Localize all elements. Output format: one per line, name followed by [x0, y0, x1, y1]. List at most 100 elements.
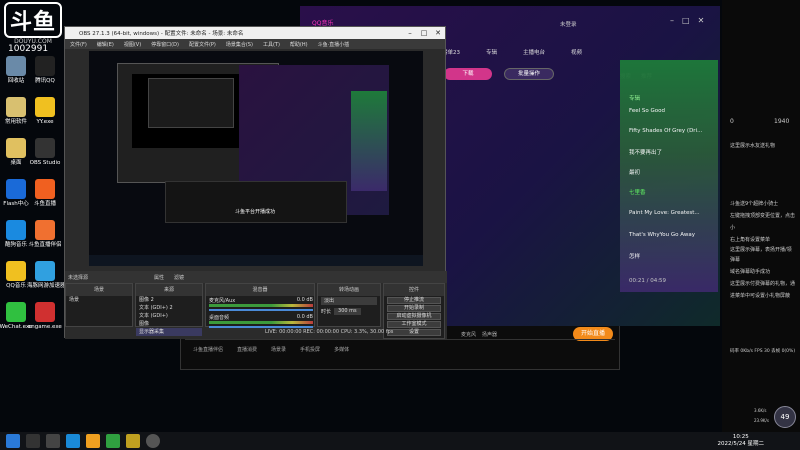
mixer-mic-db: 0.0 dB	[296, 297, 313, 303]
scenes-title: 场景	[66, 284, 132, 296]
mixer-title: 混音器	[206, 284, 314, 296]
playlist-item[interactable]: 我不要再出了	[629, 148, 662, 156]
folder-icon[interactable]	[126, 434, 140, 448]
obs-task-icon[interactable]	[146, 434, 160, 448]
edge-icon[interactable]	[66, 434, 80, 448]
minimize-icon[interactable]: –	[403, 27, 417, 39]
playlist-item[interactable]: 最初	[629, 168, 640, 176]
desktop-icon[interactable]: cngame.exe	[27, 302, 63, 331]
desktop-icon[interactable]: 斗鱼直播伴侣	[27, 220, 63, 249]
clock-date: 2022/5/24 星期二	[717, 441, 764, 447]
desktop-icon[interactable]: 腾讯QQ	[27, 56, 63, 85]
menu-douyu-plugin[interactable]: 斗鱼·直播小插	[318, 41, 350, 48]
obs-preview[interactable]: 斗鱼平台开播成功	[89, 51, 423, 266]
speaker-label[interactable]: 扬声器	[482, 331, 497, 338]
desktop-icon-label: YY.exe	[36, 119, 54, 125]
chat-line: 这里展示水友送礼物	[730, 143, 776, 149]
no-source-label: 未选择源	[68, 274, 89, 281]
music-tab-2[interactable]: 专辑	[486, 48, 497, 56]
menu-help[interactable]: 帮助(H)	[290, 41, 308, 48]
companion-footer-1[interactable]: 直播消费	[237, 346, 257, 353]
music-tabs: 榜单23 专辑 主播电台 视频	[442, 48, 582, 56]
mic-label[interactable]: 麦克风	[461, 331, 476, 338]
menu-tools[interactable]: 工具(T)	[263, 41, 280, 48]
virtual-camera-button[interactable]: 启动虚拟摄像机	[387, 313, 441, 320]
music-user[interactable]: 未登录	[560, 20, 577, 28]
filters-button[interactable]: 滤镜	[174, 274, 184, 281]
play-time: 00:21 / 04:59	[629, 278, 667, 284]
chat-line: 斗鱼送9个超牌小骑士	[730, 201, 779, 207]
source-item[interactable]: 文本 (GDI+) 2	[136, 304, 202, 312]
companion-footer-3[interactable]: 手机投屏	[300, 346, 320, 353]
desktop-icon[interactable]: 海豚网游加速器5.0	[27, 261, 74, 290]
menu-file[interactable]: 文件(F)	[70, 41, 87, 48]
transitions-title: 转场动画	[318, 284, 380, 296]
transition-select[interactable]: 淡出	[321, 297, 377, 305]
close-icon[interactable]: ✕	[698, 16, 705, 25]
studio-mode-button[interactable]: 工作室模式	[387, 321, 441, 328]
duration-label: 时长	[321, 309, 332, 315]
app-icon	[6, 138, 26, 158]
source-item[interactable]: 显示器采集	[136, 328, 202, 336]
like-count: 0	[730, 118, 734, 125]
chat-line: 域名弹幕助手成功	[730, 269, 771, 275]
chat-line: 这里展示弹幕，表扬开播/领	[730, 247, 792, 253]
scenes-dock: 场景 场景	[65, 283, 133, 327]
mixer-mic-slider[interactable]	[209, 309, 313, 311]
windows-start-icon[interactable]	[6, 434, 20, 448]
source-item[interactable]: 图像	[136, 320, 202, 328]
task-view-icon[interactable]	[46, 434, 60, 448]
mixer-desktop-label: 桌面音频	[209, 315, 230, 321]
desktop-icon[interactable]: OBS Studio	[27, 138, 63, 167]
playlist-item[interactable]: 怎样	[629, 252, 640, 260]
mixer-desktop-db: 0.0 dB	[296, 314, 313, 320]
menu-edit[interactable]: 编辑(E)	[97, 41, 114, 48]
desktop-icon-label: 腾讯QQ	[35, 78, 55, 84]
playlist-item[interactable]: Fifty Shades Of Grey (Dri...	[629, 128, 702, 134]
obs-menubar: 文件(F) 编辑(E) 视图(V) 停靠窗口(D) 配置文件(P) 场景集合(S…	[65, 39, 445, 49]
music-tab-4[interactable]: 视频	[571, 48, 582, 56]
source-item[interactable]: 文本 (GDI+)	[136, 312, 202, 320]
system-clock[interactable]: 10:25 2022/5/24 星期二	[718, 434, 764, 448]
maximize-icon[interactable]: □	[682, 16, 690, 25]
duration-input[interactable]: 300 ms	[334, 308, 361, 315]
start-recording-button[interactable]: 开始录制	[387, 305, 441, 312]
douyu-task-icon[interactable]	[86, 434, 100, 448]
batch-button[interactable]: 批量操作	[504, 68, 554, 80]
source-item[interactable]: 图像 2	[136, 296, 202, 304]
download-button[interactable]: 下载	[444, 68, 492, 80]
minimize-icon[interactable]: –	[670, 16, 674, 25]
playlist-item-playing[interactable]: 七里香	[629, 188, 646, 196]
desktop-icon-label: OBS Studio	[29, 160, 61, 166]
desktop-icon[interactable]: 斗鱼直播	[27, 179, 63, 208]
playlist-panel: 专辑 Feel So Good Fifty Shades Of Grey (Dr…	[620, 60, 718, 292]
maximize-icon[interactable]: □	[417, 27, 431, 39]
net-up: 3.6K/s	[754, 408, 767, 413]
app-icon	[35, 138, 55, 158]
search-icon[interactable]	[26, 434, 40, 448]
playlist-item[interactable]: Feel So Good	[629, 108, 665, 114]
scene-item[interactable]: 场景	[66, 296, 132, 304]
menu-profile[interactable]: 配置文件(P)	[189, 41, 216, 48]
douyu-logo: 斗鱼	[4, 2, 62, 38]
controls-title: 控件	[384, 284, 444, 296]
app-icon	[35, 97, 55, 117]
stop-streaming-button[interactable]: 停止推流	[387, 297, 441, 304]
companion-footer-4[interactable]: 多媒体	[334, 346, 349, 353]
menu-docks[interactable]: 停靠窗口(D)	[151, 41, 179, 48]
mixer-desktop-slider[interactable]	[209, 326, 313, 328]
companion-footer-2[interactable]: 场景录	[271, 346, 286, 353]
sources-dock: 来源 图像 2 文本 (GDI+) 2 文本 (GDI+) 图像 显示器采集	[135, 283, 203, 336]
chat-line: 这里展示付费弹幕的礼物，通	[730, 281, 796, 287]
properties-button[interactable]: 属性	[154, 274, 164, 281]
music-tab-3[interactable]: 主播电台	[523, 48, 545, 56]
playlist-item[interactable]: Paint My Love: Greatest...	[629, 210, 700, 216]
playlist-item[interactable]: That's WhyYou Go Away	[629, 232, 695, 238]
settings-button[interactable]: 设置	[387, 329, 441, 336]
menu-scene-collection[interactable]: 场景集合(S)	[226, 41, 253, 48]
music-task-icon[interactable]	[106, 434, 120, 448]
menu-view[interactable]: 视图(V)	[124, 41, 141, 48]
desktop-icon[interactable]: YY.exe	[27, 97, 63, 126]
close-icon[interactable]: ✕	[431, 27, 445, 39]
chat-panel: 0 1940 这里展示水友送礼物 斗鱼送9个超牌小骑士 左键拖拽顶部变更位置，点…	[722, 0, 800, 432]
